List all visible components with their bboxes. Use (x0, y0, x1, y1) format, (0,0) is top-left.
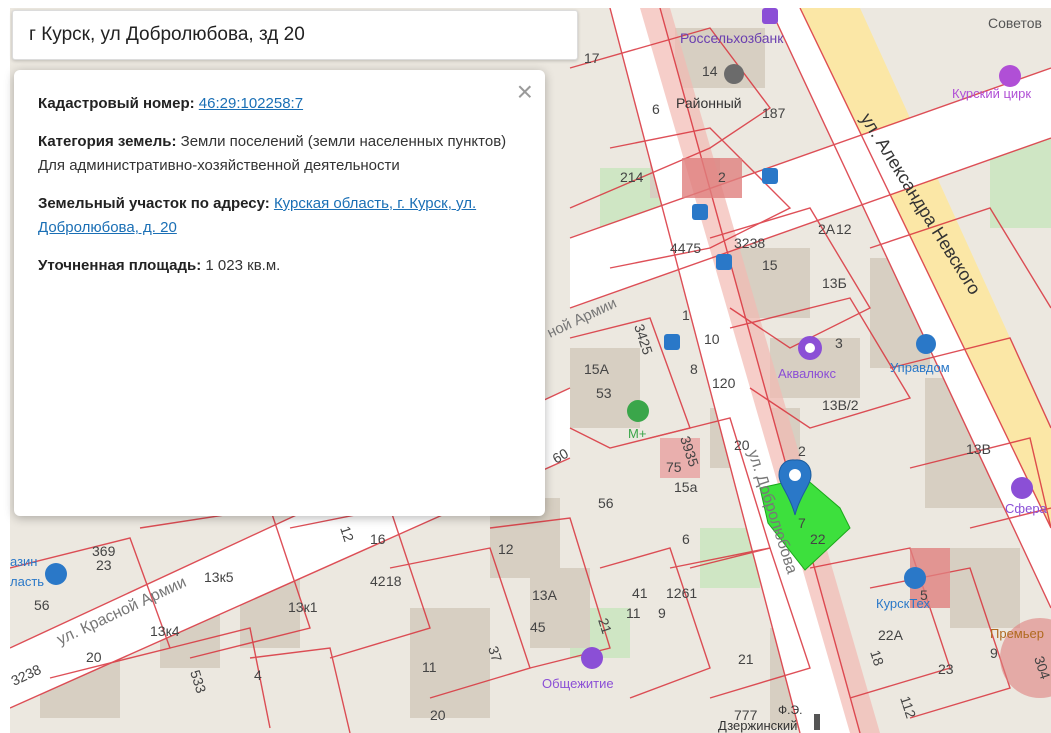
address-label: Земельный участок по адресу: (38, 195, 270, 212)
bus-stop-icon (716, 254, 732, 270)
shop-poi-icon (45, 563, 67, 585)
house-number: 214 (620, 169, 644, 185)
upravdom-poi-icon (916, 334, 936, 354)
house-number: 187 (762, 105, 786, 121)
house-number: 3238 (734, 235, 765, 251)
land-category-value: Земли поселений (земли населенных пункто… (180, 133, 507, 150)
house-number: 12 (498, 541, 514, 557)
land-category-row: Категория земель: Земли поселений (земли… (38, 130, 521, 178)
house-number: 45 (530, 619, 546, 635)
house-number: 2 (718, 169, 726, 185)
poi-label-dzerzhinsky: Дзержинский (718, 718, 797, 733)
poi-label-fe: Ф.Э. (778, 703, 802, 717)
cadastral-number-row: Кадастровый номер: 46:29:102258:7 (38, 92, 521, 116)
house-number: 13Б (822, 275, 847, 291)
bus-stop-icon (762, 168, 778, 184)
poi-label-raionny: Районный (676, 95, 742, 111)
poi-label-oblast: ласть (10, 574, 44, 589)
flag-poi-icon (724, 64, 744, 84)
house-number: 2 (798, 443, 806, 459)
poi-label-magazin: азин (10, 554, 38, 569)
house-number: 42 (370, 573, 386, 589)
kursktekh-poi-icon (904, 567, 926, 589)
house-number: 20 (734, 437, 750, 453)
house-number: 13В/2 (822, 397, 859, 413)
house-number: 22 (810, 531, 826, 547)
dormitory-poi-icon (581, 647, 603, 669)
permitted-use-value: Для административно-хозяйственной деятел… (38, 157, 400, 174)
house-number: 75 (666, 459, 682, 475)
house-number: 2А (818, 221, 836, 237)
address-row: Земельный участок по адресу: Курская обл… (38, 192, 521, 240)
house-number: 1 (682, 307, 690, 323)
poi-label-rosselkhozbank: Россельхозбанк (680, 30, 784, 46)
house-number: 13В (966, 441, 991, 457)
house-number: 16 (370, 531, 386, 547)
house-number: 23 (938, 661, 954, 677)
parcel-info-popup: × Кадастровый номер: 46:29:102258:7 Кате… (14, 70, 545, 516)
poi-label-kursky-tsirk: Курский цирк (952, 86, 1031, 101)
house-number: 20 (86, 649, 102, 665)
monument-poi-icon (814, 714, 820, 730)
house-number: 777 (734, 707, 758, 723)
house-number: 17 (584, 50, 600, 66)
house-number: 6 (652, 101, 660, 117)
cadastral-number-label: Кадастровый номер: (38, 95, 195, 112)
address-search-input[interactable] (27, 23, 563, 47)
house-number: 11 (422, 659, 437, 675)
cadastral-number-link[interactable]: 46:29:102258:7 (199, 95, 303, 112)
bank-poi-icon (762, 8, 778, 24)
house-number: 13к1 (288, 599, 318, 615)
house-number: 22А (878, 627, 904, 643)
house-number: 3 (835, 335, 843, 351)
house-number: 7 (798, 515, 806, 531)
house-number: 15а (674, 479, 698, 495)
poi-label-sfera: Сфера (1005, 501, 1048, 516)
area-row: Уточненная площадь: 1 023 кв.м. (38, 254, 521, 278)
close-icon[interactable]: × (517, 78, 533, 106)
poi-label-sovetov: Советов (988, 15, 1042, 31)
house-number: 41 (632, 585, 648, 601)
area-label: Уточненная площадь: (38, 257, 202, 274)
sfera-poi-icon (1011, 477, 1033, 499)
bus-stop-icon (664, 334, 680, 350)
house-number: 56 (598, 495, 614, 511)
house-number: 1261 (666, 585, 697, 601)
house-number: 21 (738, 651, 754, 667)
aqualux-poi-icon (798, 336, 822, 360)
house-number: 11 (626, 605, 641, 621)
house-number: 10 (704, 331, 720, 347)
area-value: 1 023 кв.м. (205, 257, 281, 274)
circus-poi-icon (999, 65, 1021, 87)
poi-label-premier: Премьер (990, 626, 1044, 641)
house-number: 13к5 (204, 569, 234, 585)
house-number: 6 (682, 531, 690, 547)
poi-label-upravdom: Управдом (890, 360, 950, 375)
house-number: 14 (702, 63, 718, 79)
house-number: 120 (712, 375, 736, 391)
address-search-box[interactable] (12, 10, 578, 60)
poi-label-obshchezhitie: Общежитие (542, 676, 614, 691)
house-number: 53 (596, 385, 612, 401)
house-number: 8 (690, 361, 698, 377)
house-number: 15 (762, 257, 778, 273)
house-number: 18 (386, 573, 402, 589)
house-number: 15А (584, 361, 610, 377)
house-number: 9 (658, 605, 666, 621)
bus-stop-icon (692, 204, 708, 220)
m-plus-poi-icon (627, 400, 649, 422)
house-number: 4 (254, 667, 262, 683)
house-number: 56 (34, 597, 50, 613)
house-number: 13А (532, 587, 558, 603)
land-category-label: Категория земель: (38, 133, 177, 150)
poi-label-m-plus: М+ (628, 426, 646, 441)
house-number: 4475 (670, 240, 701, 256)
house-number: 20 (430, 707, 446, 723)
house-number: 9 (990, 645, 998, 661)
house-number: 5 (920, 587, 928, 603)
poi-label-akvalyuks: Аквалюкс (778, 366, 837, 381)
house-number: 23 (96, 557, 112, 573)
house-number: 12 (836, 221, 852, 237)
house-number: 13к4 (150, 623, 180, 639)
